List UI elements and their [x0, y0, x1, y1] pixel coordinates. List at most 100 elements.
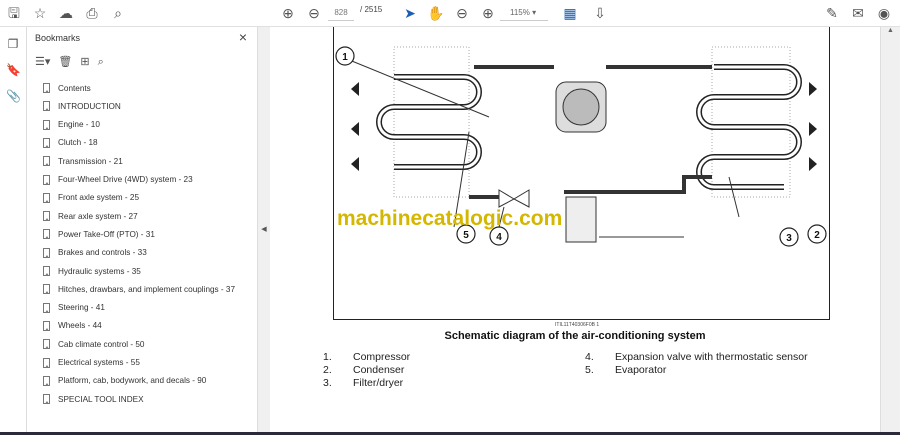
- bookmark-icon: [43, 83, 50, 93]
- callout-5: 5: [463, 230, 469, 241]
- bookmark-item[interactable]: Wheels - 44: [43, 318, 102, 334]
- bookmark-label: Clutch - 18: [58, 138, 98, 148]
- bookmark-label: Platform, cab, bodywork, and decals - 90: [58, 376, 207, 386]
- legend-label: Evaporator: [615, 364, 667, 376]
- bookmark-item[interactable]: Contents: [43, 80, 91, 96]
- pages-icon[interactable]: ❐: [6, 37, 20, 51]
- legend-label: Expansion valve with thermostatic sensor: [615, 351, 808, 363]
- ac-schematic-diagram: 1 2 3 4 5: [333, 27, 830, 320]
- print-icon[interactable]: ⎙: [82, 4, 102, 22]
- callout-2: 2: [814, 230, 820, 241]
- bookmark-label: Hydraulic systems - 35: [58, 266, 141, 276]
- page-number-input[interactable]: 828: [328, 4, 354, 21]
- bookmark-item[interactable]: Brakes and controls - 33: [43, 245, 147, 261]
- bookmark-icon: [43, 339, 50, 350]
- zoom-in-icon[interactable]: ⊕: [478, 4, 498, 22]
- zoom-out-icon[interactable]: ⊖: [452, 4, 472, 22]
- bookmark-item[interactable]: Electrical systems - 55: [43, 355, 140, 371]
- prev-page-icon[interactable]: ⊕: [278, 4, 298, 22]
- bookmark-label: Wheels - 44: [58, 321, 102, 331]
- bookmark-icon: [43, 137, 50, 148]
- bookmark-label: Brakes and controls - 33: [58, 248, 147, 258]
- legend-label: Compressor: [353, 351, 411, 363]
- bookmark-label: SPECIAL TOOL INDEX: [58, 394, 144, 404]
- bookmark-label: Electrical systems - 55: [58, 358, 140, 367]
- zoom-select[interactable]: 115% ▾: [500, 4, 548, 21]
- account-icon[interactable]: ◉: [874, 4, 894, 22]
- bookmark-item[interactable]: Steering - 41: [43, 300, 105, 316]
- bookmark-label: Hitches, drawbars, and implement couplin…: [58, 284, 236, 294]
- bookmark-label: Cab climate control - 50: [58, 339, 145, 349]
- figure-caption: Schematic diagram of the air-conditionin…: [444, 330, 706, 342]
- panel-splitter[interactable]: ◀: [258, 27, 270, 432]
- select-cursor-icon[interactable]: ➤: [400, 4, 420, 22]
- next-page-icon[interactable]: ⊖: [304, 4, 324, 22]
- read-mode-icon[interactable]: ⇩: [590, 4, 610, 22]
- page-total: / 2515: [360, 5, 383, 14]
- bookmark-item[interactable]: Clutch - 18: [43, 135, 98, 151]
- bookmark-label: Transmission - 21: [58, 156, 123, 166]
- legend-number: 5.: [585, 364, 594, 376]
- save-icon[interactable]: 🖫: [4, 4, 24, 22]
- bookmark-item[interactable]: Engine - 10: [43, 117, 100, 133]
- callout-1: 1: [342, 52, 348, 63]
- bookmark-icon: [43, 119, 50, 130]
- callout-4: 4: [496, 232, 502, 243]
- bookmark-icon: [43, 375, 50, 386]
- bookmark-icon: [43, 211, 50, 222]
- bookmark-item[interactable]: Four-Wheel Drive (4WD) system - 23: [43, 172, 193, 188]
- bookmark-icon: [43, 394, 50, 405]
- delete-icon[interactable]: 🗑: [58, 56, 72, 68]
- bookmark-item[interactable]: Hitches, drawbars, and implement couplin…: [43, 281, 235, 297]
- close-icon[interactable]: ×: [239, 29, 247, 45]
- callout-3: 3: [786, 233, 792, 244]
- bookmark-icon: [43, 357, 50, 368]
- bookmark-icon: [43, 156, 50, 167]
- page-fit-icon[interactable]: ▦: [560, 4, 580, 22]
- vertical-scrollbar[interactable]: ▲: [880, 27, 900, 432]
- upload-icon[interactable]: ☁: [56, 4, 76, 22]
- bookmark-item[interactable]: SPECIAL TOOL INDEX: [43, 391, 144, 407]
- find-bookmark-icon[interactable]: ⌕: [98, 56, 104, 68]
- scroll-up-icon[interactable]: ▲: [887, 27, 895, 35]
- zoom-value: 115%: [510, 8, 530, 17]
- bookmark-item[interactable]: INTRODUCTION: [43, 98, 121, 114]
- attachment-icon[interactable]: 📎: [6, 89, 21, 103]
- legend-label: Filter/dryer: [353, 377, 404, 389]
- bookmark-item[interactable]: Power Take-Off (PTO) - 31: [43, 226, 155, 242]
- bookmark-star-icon[interactable]: ☆: [30, 4, 50, 22]
- bookmarks-icon[interactable]: 🔖: [6, 63, 21, 77]
- bookmark-icon: [43, 174, 50, 185]
- legend-number: 4.: [585, 351, 594, 363]
- sign-icon[interactable]: ✎: [822, 4, 842, 22]
- watermark: machinecatalogic.com: [337, 207, 563, 230]
- search-icon[interactable]: ⌕: [108, 4, 128, 22]
- bookmark-item[interactable]: Front axle system - 25: [43, 190, 139, 206]
- toolbar: 🖫 ☆ ☁ ⎙ ⌕ ⊕ ⊖ 828 / 2515 ➤ ✋ ⊖ ⊕ 115% ▾ …: [0, 0, 900, 27]
- bookmark-icon: [43, 284, 50, 295]
- new-bookmark-icon[interactable]: ⊞: [80, 56, 89, 68]
- bookmark-label: Rear axle system - 27: [58, 211, 138, 221]
- bookmark-item[interactable]: Platform, cab, bodywork, and decals - 90: [43, 373, 206, 389]
- bookmark-label: Engine - 10: [58, 120, 100, 130]
- bookmark-item[interactable]: Cab climate control - 50: [43, 336, 144, 352]
- panel-title: Bookmarks: [35, 33, 81, 43]
- bookmark-icon: [43, 247, 50, 258]
- email-icon[interactable]: ✉: [848, 4, 868, 22]
- bookmark-item[interactable]: Transmission - 21: [43, 153, 123, 169]
- bookmark-icon: [43, 266, 50, 276]
- legend-number: 2.: [323, 364, 332, 376]
- bookmark-icon: [43, 320, 50, 331]
- options-icon[interactable]: ☰▾: [35, 56, 50, 68]
- bookmarks-panel: Bookmarks × ☰▾ 🗑 ⊞ ⌕ Contents INTRODUCTION En…: [27, 27, 258, 432]
- document-view: 1 2 3 4 5 machinecatalogic.com ITIL11T40…: [270, 27, 880, 432]
- hand-icon[interactable]: ✋: [426, 4, 446, 22]
- bookmark-item[interactable]: Hydraulic systems - 35: [43, 263, 141, 279]
- bookmark-label: Contents: [58, 83, 91, 93]
- bookmark-item[interactable]: Rear axle system - 27: [43, 208, 138, 224]
- left-rail: ❐ 🔖 📎: [0, 27, 27, 432]
- legend-number: 3.: [323, 377, 332, 389]
- bookmark-label: Steering - 41: [58, 303, 105, 313]
- evaporator-fins: [376, 46, 482, 198]
- bookmark-label: Four-Wheel Drive (4WD) system - 23: [58, 175, 193, 184]
